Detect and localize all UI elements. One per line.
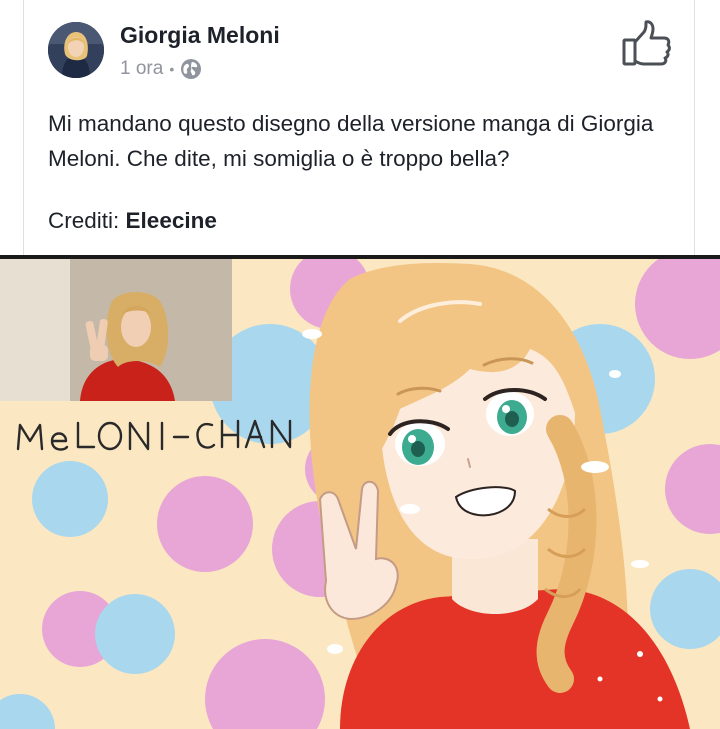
credits-line: Crediti: Eleecine [48, 204, 217, 238]
like-icon[interactable] [620, 18, 674, 70]
post-card: Giorgia Meloni 1 ora • Mi mandano questo… [0, 0, 720, 255]
post-image[interactable] [0, 255, 720, 729]
card-border-right [694, 0, 695, 255]
post-timestamp[interactable]: 1 ora [120, 58, 163, 80]
post-text: Mi mandano questo disegno della versione… [48, 111, 654, 171]
globe-icon [180, 58, 202, 80]
author-avatar[interactable] [48, 22, 104, 78]
credits-author-link[interactable]: Eleecine [126, 208, 217, 233]
meta-separator: • [169, 61, 175, 77]
manga-illustration [0, 259, 720, 729]
post-meta: 1 ora • [120, 56, 202, 82]
inset-photo [0, 259, 232, 401]
credits-label: Crediti: [48, 208, 120, 233]
author-name[interactable]: Giorgia Meloni [120, 22, 280, 49]
card-border-left [23, 0, 24, 255]
